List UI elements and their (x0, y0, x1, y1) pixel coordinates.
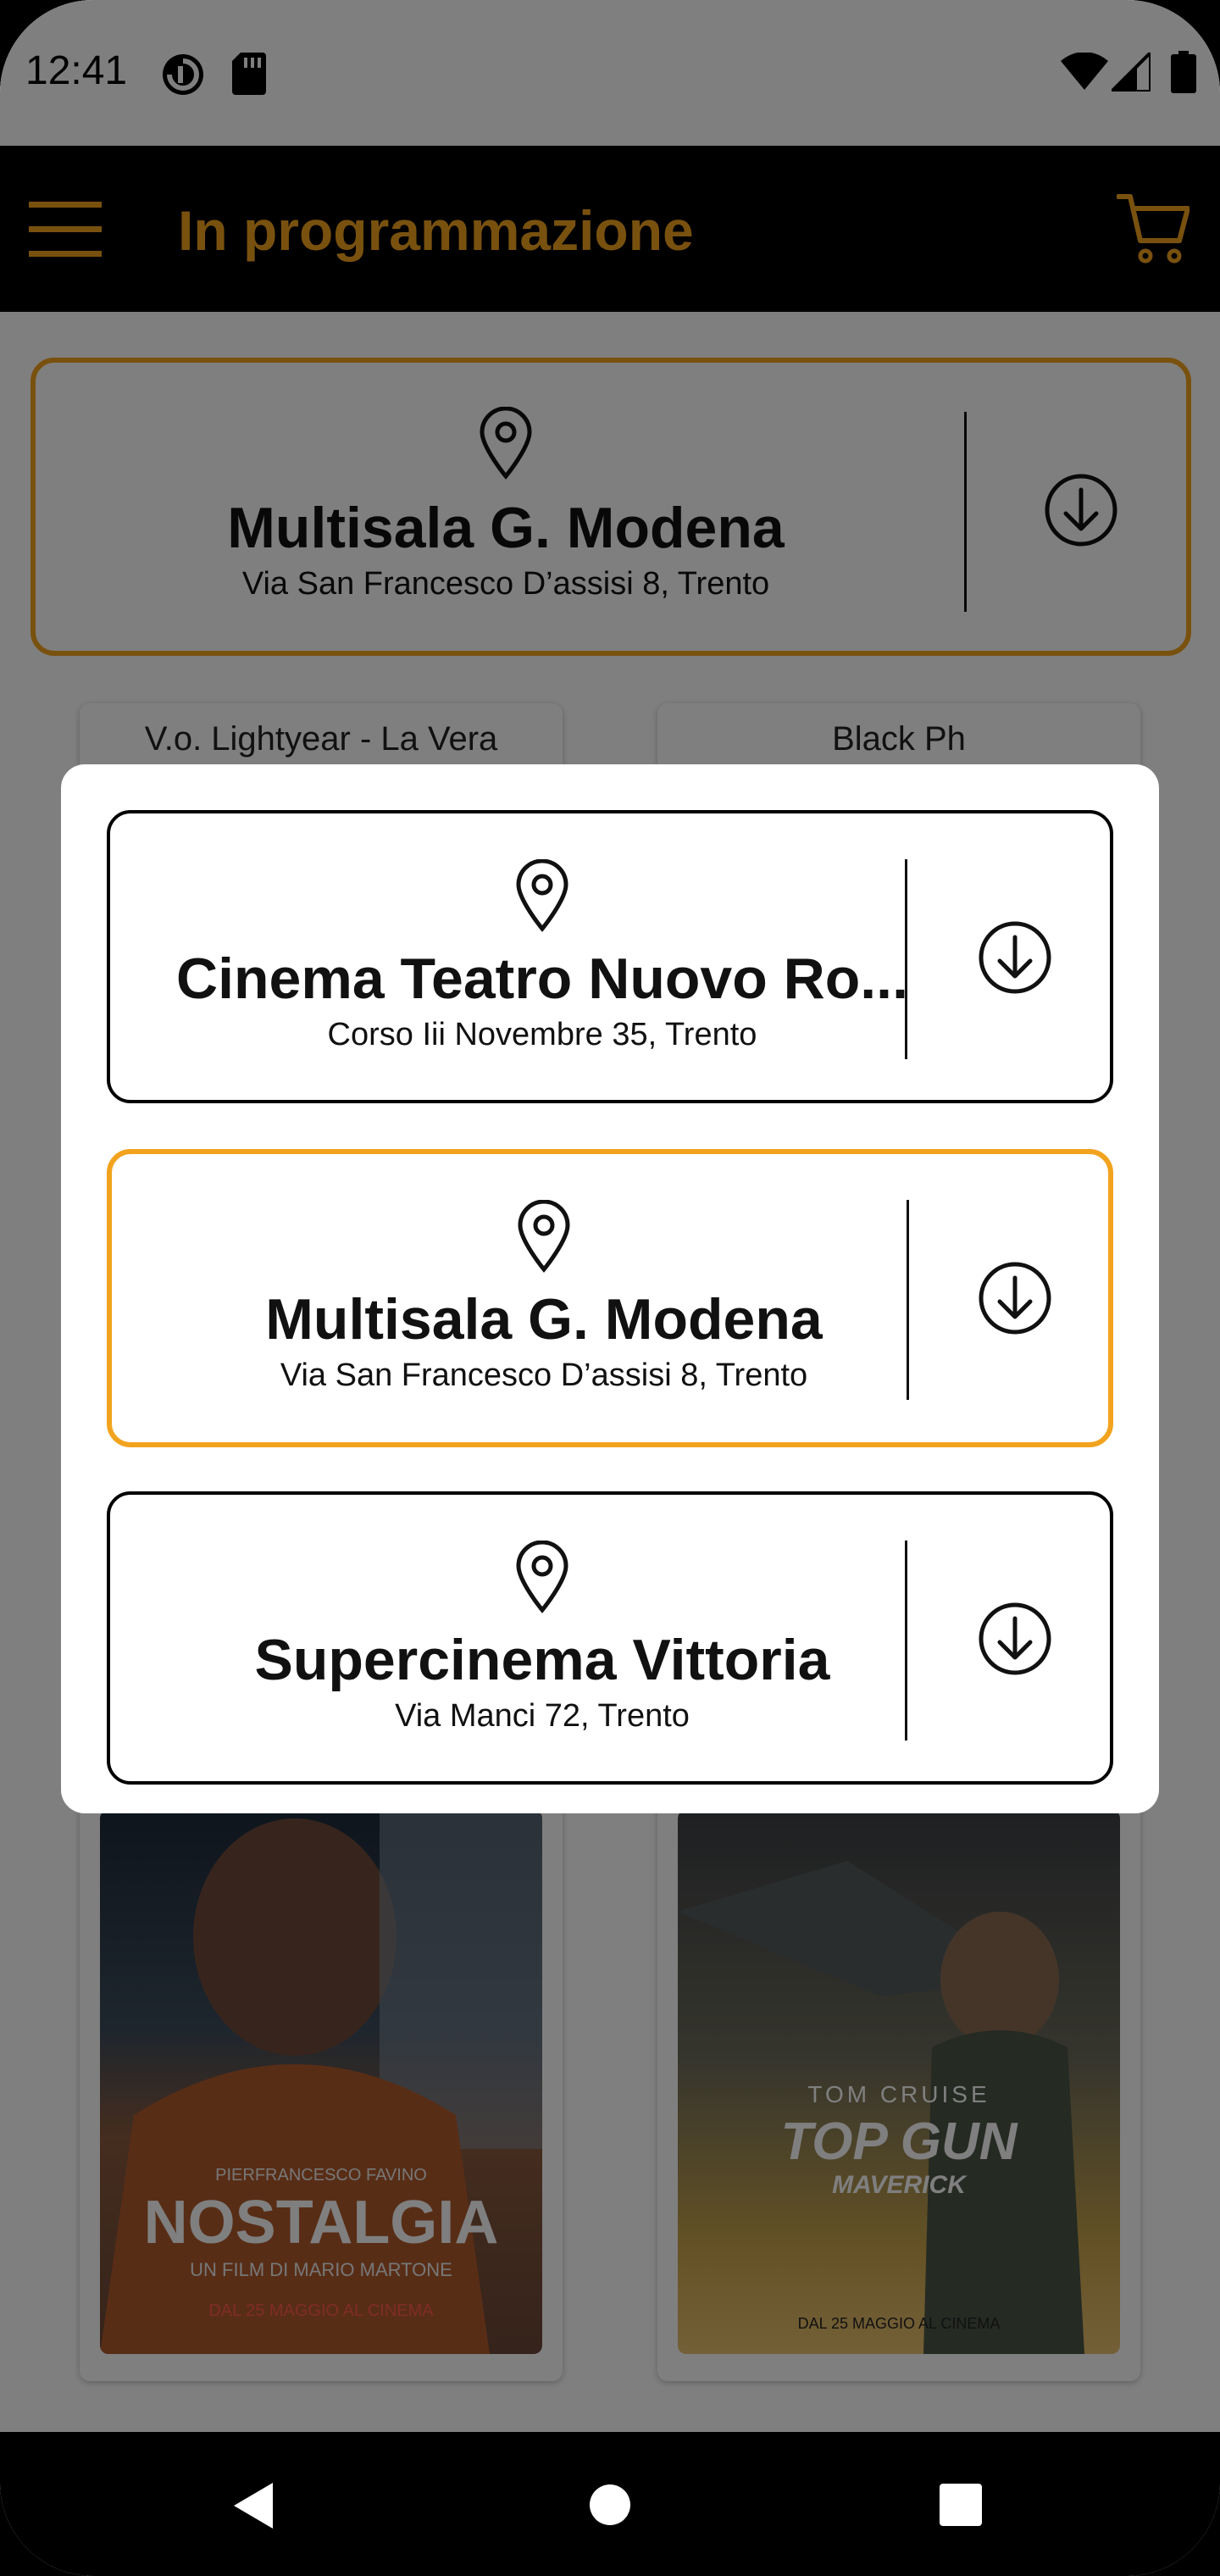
card-divider (907, 1200, 909, 1400)
system-nav-bar (0, 2432, 1220, 2576)
cinema-option-main[interactable]: Supercinema Vittoria Via Manci 72, Trent… (110, 1495, 974, 1781)
cinema-name: Multisala G. Modena (265, 1287, 823, 1352)
cinema-option-main[interactable]: Cinema Teatro Nuovo Ro... Corso Iii Nove… (110, 813, 974, 1100)
cinema-address: Corso Iii Novembre 35, Trento (327, 1017, 757, 1052)
cinema-option[interactable]: Cinema Teatro Nuovo Ro... Corso Iii Nove… (107, 810, 1113, 1103)
cinema-name: Cinema Teatro Nuovo Ro... (176, 947, 908, 1011)
download-icon[interactable] (978, 920, 1052, 995)
recents-icon[interactable] (939, 2483, 983, 2527)
cinema-address: Via Manci 72, Trento (395, 1698, 690, 1734)
back-icon[interactable] (230, 2481, 276, 2530)
cinema-address: Via San Francesco D’assisi 8, Trento (280, 1357, 808, 1393)
download-icon[interactable] (978, 1602, 1052, 1676)
cinema-name: Supercinema Vittoria (254, 1628, 830, 1692)
home-icon[interactable] (588, 2483, 632, 2527)
cinema-selection-dialog: Cinema Teatro Nuovo Ro... Corso Iii Nove… (61, 764, 1159, 1813)
cinema-option-main[interactable]: Multisala G. Modena Via San Francesco D’… (112, 1154, 976, 1442)
device-screen: 12:41 In programmazio (0, 0, 1220, 2576)
cinema-option-selected[interactable]: Multisala G. Modena Via San Francesco D’… (107, 1149, 1113, 1447)
download-icon[interactable] (978, 1261, 1052, 1335)
location-pin-icon (518, 1200, 570, 1273)
location-pin-icon (516, 859, 568, 932)
card-divider (905, 859, 907, 1059)
location-pin-icon (516, 1541, 568, 1613)
card-divider (905, 1541, 907, 1740)
cinema-option[interactable]: Supercinema Vittoria Via Manci 72, Trent… (107, 1491, 1113, 1785)
